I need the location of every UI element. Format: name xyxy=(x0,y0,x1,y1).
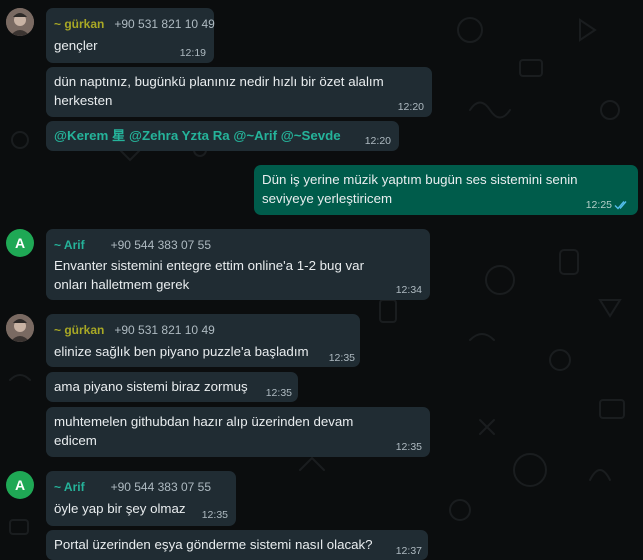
avatar-letter: A xyxy=(14,235,26,251)
message-text-line-2: edicem xyxy=(54,433,97,448)
message-text-line-1: Dün iş yerine müzik yaptım bugün ses sis… xyxy=(262,172,578,187)
message-bubble[interactable]: Portal üzerinden eşya gönderme sistemi n… xyxy=(46,530,428,560)
message-time: 12:20 xyxy=(364,135,391,147)
sender-name[interactable]: ~ Arif xyxy=(54,480,85,494)
message-time: 12:35 xyxy=(201,509,228,521)
sender-row: ~ Arif +90 544 383 07 55 xyxy=(54,238,422,254)
message-bubble[interactable]: ~ Arif +90 544 383 07 55 öyle yap bir şey… xyxy=(46,471,236,526)
outgoing-message-bubble[interactable]: Dün iş yerine müzik yaptım bugün ses sis… xyxy=(254,165,638,215)
sender-phone: +90 544 383 07 55 xyxy=(110,238,211,252)
avatar-letter: A xyxy=(14,477,26,493)
message-time: 12:34 xyxy=(395,284,422,296)
sender-phone: +90 531 821 10 49 xyxy=(114,323,215,337)
avatar-gurkan[interactable] xyxy=(6,8,34,36)
message-bubble[interactable]: ~ gürkan +90 531 821 10 49 elinize sağlık… xyxy=(46,314,360,367)
message-text: öyle yap bir şey olmaz xyxy=(54,501,186,516)
avatar-gurkan[interactable] xyxy=(6,314,34,342)
avatar-arif[interactable]: A xyxy=(6,471,34,499)
message-time: 12:35 xyxy=(265,387,292,399)
message-bubble[interactable]: @Kerem 星 @Zehra Yzta Ra @~Arif @~Sevde 1… xyxy=(46,121,399,151)
message-time: 12:20 xyxy=(397,101,424,113)
sender-phone: +90 544 383 07 55 xyxy=(110,480,211,494)
sender-phone: +90 531 821 10 49 xyxy=(114,17,215,31)
message-text: elinize sağlık ben piyano puzzle'a başla… xyxy=(54,344,309,359)
sender-name[interactable]: ~ gürkan xyxy=(54,323,104,337)
sender-row: ~ gürkan +90 531 821 10 49 xyxy=(54,323,352,339)
message-time: 12:35 xyxy=(395,441,422,453)
read-receipt-double-check-icon xyxy=(614,201,627,210)
message-time: 12:37 xyxy=(395,545,422,557)
message-text-line-2: seviyeye yerleştiricem xyxy=(262,191,393,206)
sender-name[interactable]: ~ Arif xyxy=(54,238,85,252)
message-text: ama piyano sistemi biraz zormuş xyxy=(54,379,248,394)
user-photo-avatar xyxy=(6,314,34,342)
message-bubble[interactable]: ~ Arif +90 544 383 07 55 Envanter sistemi… xyxy=(46,229,430,300)
message-text-line-1: Envanter sistemini entegre ettim online'… xyxy=(54,258,365,273)
sender-row: ~ gürkan +90 531 821 10 49 xyxy=(54,17,215,33)
mentions-text[interactable]: @Kerem 星 @Zehra Yzta Ra @~Arif @~Sevde xyxy=(54,126,341,145)
message-bubble[interactable]: ~ gürkan +90 531 821 10 49 gençler 12:19 xyxy=(46,8,215,63)
message-text: gençler xyxy=(54,38,98,53)
message-time: 12:35 xyxy=(328,352,355,364)
sender-row: ~ Arif +90 544 383 07 55 xyxy=(54,480,228,496)
avatar-arif[interactable]: A xyxy=(6,229,34,257)
message-bubble[interactable]: muhtemelen githubdan hazır alıp üzerinde… xyxy=(46,407,430,457)
message-time: 12:25 xyxy=(585,199,612,211)
message-text-line-2: herkesten xyxy=(54,93,113,108)
message-text-line-2: onları halletmem gerek xyxy=(54,277,190,292)
message-text: Portal üzerinden eşya gönderme sistemi n… xyxy=(54,537,373,552)
user-photo-avatar xyxy=(6,8,34,36)
message-time: 12:19 xyxy=(179,47,206,59)
message-text-line-1: dün naptınız, bugünkü planınız nedir hız… xyxy=(54,74,384,89)
sender-name[interactable]: ~ gürkan xyxy=(54,17,104,31)
message-bubble[interactable]: dün naptınız, bugünkü planınız nedir hız… xyxy=(46,67,432,117)
message-text-line-1: muhtemelen githubdan hazır alıp üzerinde… xyxy=(54,414,354,429)
message-bubble[interactable]: ama piyano sistemi biraz zormuş 12:35 xyxy=(46,372,298,402)
